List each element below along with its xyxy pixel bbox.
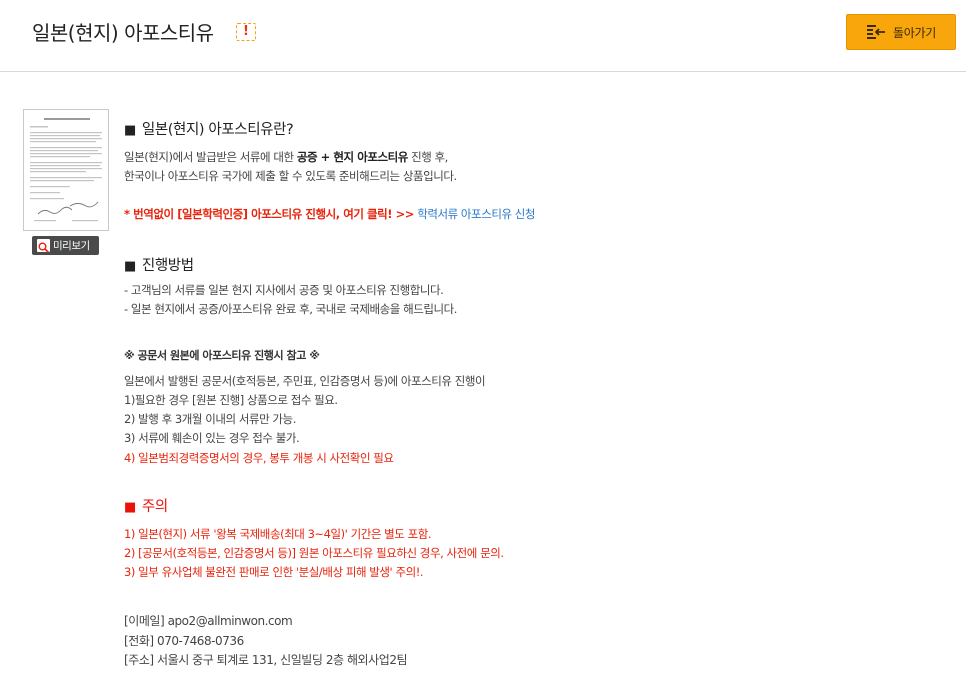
contact-phone: [전화] 070-7468-0736	[124, 634, 244, 648]
square-bullet-icon: ■	[124, 259, 136, 274]
page-title: 일본(현지) 아포스티유	[32, 21, 214, 45]
process-line: - 고객님의 서류를 일본 현지 지사에서 공증 및 아포스티유 진행합니다.	[124, 283, 444, 297]
note-line: 1)필요한 경우 [원본 진행] 상품으로 접수 필요.	[124, 393, 338, 407]
alert-icon: !	[236, 23, 256, 41]
caution-line: 1) 일본(현지) 서류 '왕복 국제배송(최대 3~4일)' 기간은 별도 포…	[124, 527, 432, 541]
process-heading: ■ 진행방법	[124, 258, 194, 274]
preview-button-label: 미리보기	[53, 240, 90, 252]
caution-heading: ■ 주의	[124, 499, 168, 515]
intro-line-1: 일본(현지)에서 발급받은 서류에 대한 공증 + 현지 아포스티유 진행 후,	[124, 150, 448, 164]
process-line: - 일본 현지에서 공증/아포스티유 완료 후, 국내로 국제배송을 해드립니다…	[124, 302, 457, 316]
document-thumbnail[interactable]	[23, 109, 109, 231]
contact-email: [이메일] apo2@allminwon.com	[124, 614, 293, 628]
caution-line: 3) 일부 유사업체 불완전 판매로 인한 '분실/배상 피해 발생' 주의!.	[124, 565, 424, 579]
note-line: 2) 발행 후 3개월 이내의 서류만 가능.	[124, 412, 296, 426]
intro-heading: ■ 일본(현지) 아포스티유란?	[124, 122, 294, 138]
square-bullet-icon: ■	[124, 123, 136, 138]
note-line: 일본에서 발행된 공문서(호적등본, 주민표, 인감증명서 등)에 아포스티유 …	[124, 374, 486, 388]
caution-line: 2) [공문서(호적등본, 인감증명서 등)] 원본 아포스티유 필요하신 경우…	[124, 546, 504, 560]
apostille-notice: * 번역없이 [일본학력인증] 아포스티유 진행시, 여기 클릭! >> 학력서…	[124, 207, 536, 221]
back-list-icon	[867, 25, 886, 39]
document-preview-image	[30, 118, 102, 222]
academic-apostille-link[interactable]: 학력서류 아포스티유 신청	[414, 207, 535, 221]
intro-line-2: 한국이나 아포스티유 국가에 제출 할 수 있도록 준비해드리는 상품입니다.	[124, 169, 457, 183]
note-title: ※ 공문서 원본에 아포스티유 진행시 참고 ※	[124, 349, 320, 362]
contact-address: [주소] 서울시 중구 퇴계로 131, 신일빌딩 2층 해외사업2팀	[124, 653, 408, 667]
note-line: 3) 서류에 훼손이 있는 경우 접수 불가.	[124, 431, 300, 445]
magnifier-icon	[37, 239, 50, 254]
preview-button[interactable]: 미리보기	[32, 236, 99, 255]
page-header: 일본(현지) 아포스티유 ! 돌아가기	[0, 0, 966, 72]
note-line-warning: 4) 일본범죄경력증명서의 경우, 봉투 개봉 시 사전확인 필요	[124, 451, 394, 465]
back-button-label: 돌아가기	[893, 25, 936, 40]
square-bullet-icon: ■	[124, 500, 136, 515]
back-button[interactable]: 돌아가기	[846, 14, 956, 50]
